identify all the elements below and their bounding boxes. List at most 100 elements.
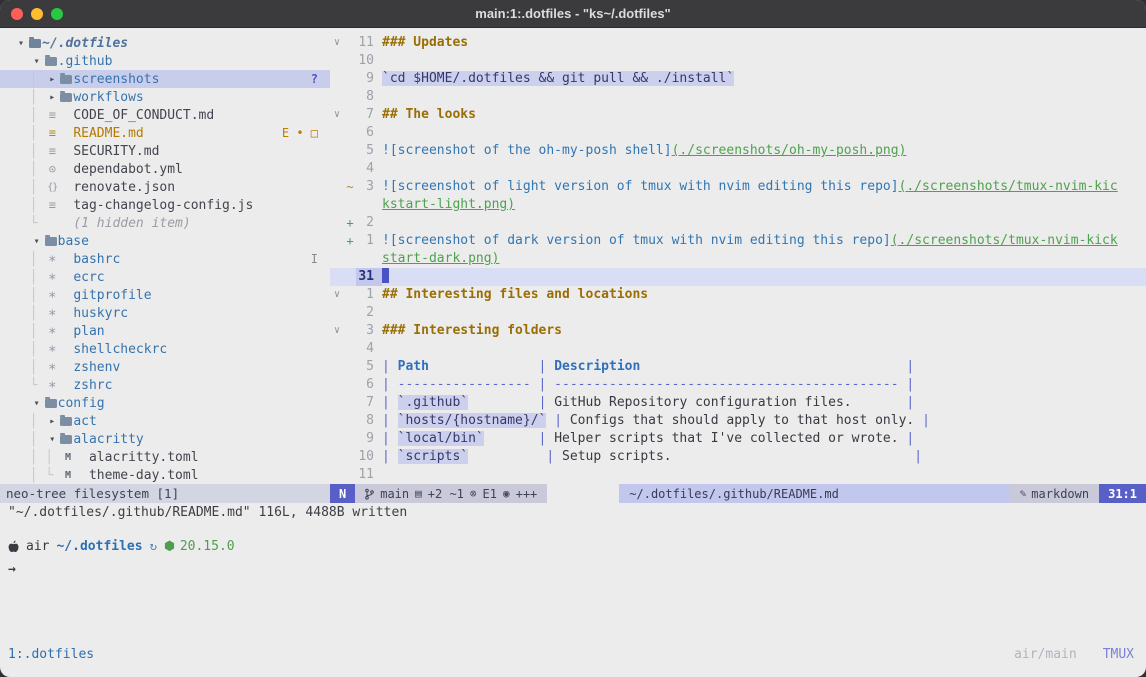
chevron-right-icon[interactable]: ▸ [49,92,55,103]
folder-icon [60,93,72,102]
command-input-line[interactable]: → [8,559,1138,579]
chevron-down-icon[interactable]: ▾ [18,38,24,49]
tree-item-base[interactable]: ▾base [0,232,330,250]
editor-line-12[interactable]: +1![screenshot of dark version of tmux w… [330,232,1146,250]
tree-item-readme-md[interactable]: │ ≡README.mdE • □ [0,124,330,142]
editor-line-15[interactable]: ∨1## Interesting files and locations [330,286,1146,304]
tree-item-label: README.md [73,126,143,141]
tree-item-huskyrc[interactable]: │ ∗huskyrc [0,304,330,322]
buffer-icon: ▤ [415,487,422,500]
braces-file-icon: {} [47,182,57,193]
editor-buffer[interactable]: ∨11### Updates109`cd $HOME/.dotfiles && … [330,28,1146,484]
chevron-down-icon[interactable]: ▾ [34,236,40,247]
editor-line-11[interactable]: +2 [330,214,1146,232]
editor-line-7[interactable]: 5![screenshot of the oh-my-posh shell](.… [330,142,1146,160]
git-diff-counts: +2 ~1 [428,487,464,501]
editor-line-17[interactable]: ∨3### Interesting folders [330,322,1146,340]
text-segment: ## The looks [382,107,476,122]
editor-line-18[interactable]: 4 [330,340,1146,358]
tree-item-zshrc[interactable]: └ ∗zshrc [0,376,330,394]
editor-line-10[interactable]: kstart-light.png) [330,196,1146,214]
text-segment: | [554,413,570,428]
tree-item-dependabot-yml[interactable]: │ ⊙dependabot.yml [0,160,330,178]
text-segment: | [906,395,914,410]
git-branch-name: main [380,487,409,501]
tree-item-config[interactable]: ▾config [0,394,330,412]
tree-item-1-hidden-item[interactable]: └ (1 hidden item) [0,214,330,232]
tree-item-label: dependabot.yml [73,162,183,177]
tree-item-bashrc[interactable]: │ ∗bashrcI [0,250,330,268]
chevron-right-icon[interactable]: ▸ [49,416,55,427]
indent-guide: │ [14,90,45,105]
tree-item-plan[interactable]: │ ∗plan [0,322,330,340]
fold-open-icon[interactable]: ∨ [330,322,344,340]
tree-item-code-of-conduct-md[interactable]: │ ≡CODE_OF_CONDUCT.md [0,106,330,124]
tree-item-alacritty-toml[interactable]: │ │ Malacritty.toml [0,448,330,466]
editor-line-9[interactable]: ~3![screenshot of light version of tmux … [330,178,1146,196]
tree-item-ecrc[interactable]: │ ∗ecrc [0,268,330,286]
editor-line-23[interactable]: 9| `local/bin` | Helper scripts that I'v… [330,430,1146,448]
text-segment: | [382,449,398,464]
editor-line-21[interactable]: 7| `.github` | GitHub Repository configu… [330,394,1146,412]
editor-line-4[interactable]: 8 [330,88,1146,106]
fold-open-icon[interactable]: ∨ [330,106,344,124]
line-text: ## The looks [382,106,476,124]
tree-item-tag-changelog-config-js[interactable]: │ ≡tag-changelog-config.js [0,196,330,214]
chevron-down-icon[interactable]: ▾ [34,398,40,409]
tree-item-theme-day-toml[interactable]: │ └ Mtheme-day.toml [0,466,330,484]
editor-line-8[interactable]: 4 [330,160,1146,178]
editor-line-14[interactable]: 31 [330,268,1146,286]
fold-open-icon[interactable]: ∨ [330,286,344,304]
line-text: ## Interesting files and locations [382,286,648,304]
shell-area[interactable]: air ~/.dotfiles ↻ 20.15.0 → [0,522,1146,640]
text-segment: `cd $HOME/.dotfiles && git pull && ./ins… [382,71,734,86]
editor-line-20[interactable]: 6| ----------------- | -----------------… [330,376,1146,394]
fold-open-icon[interactable]: ∨ [330,34,344,52]
tree-item-screenshots[interactable]: │ ▸screenshots? [0,70,330,88]
editor-line-19[interactable]: 5| Path | Description | [330,358,1146,376]
tree-item-shellcheckrc[interactable]: │ ∗shellcheckrc [0,340,330,358]
editor-line-1[interactable]: ∨11### Updates [330,34,1146,52]
tree-item-github[interactable]: ▾.github [0,52,330,70]
command-message-line: "~/.dotfiles/.github/README.md" 116L, 44… [0,503,1146,522]
tree-item-zshenv[interactable]: │ ∗zshenv [0,358,330,376]
editor-line-24[interactable]: 10| `scripts` | Setup scripts. | [330,448,1146,466]
star-file-icon: ∗ [48,251,56,267]
chevron-down-icon[interactable]: ▾ [34,56,40,67]
chevron-right-icon[interactable]: ▸ [49,74,55,85]
tree-item-label: act [73,414,96,429]
tree-item-renovate-json[interactable]: │ {}renovate.json [0,178,330,196]
zoom-button[interactable] [51,8,63,20]
editor-line-25[interactable]: 11 [330,466,1146,484]
folder-open-icon [29,39,41,48]
line-number: 1 [356,232,382,250]
tree-item-dotfiles[interactable]: ▾~/.dotfiles [0,34,330,52]
tree-item-workflows[interactable]: │ ▸workflows [0,88,330,106]
tree-item-act[interactable]: │ ▸act [0,412,330,430]
editor-line-3[interactable]: 9`cd $HOME/.dotfiles && git pull && ./in… [330,70,1146,88]
editor-line-13[interactable]: start-dark.png) [330,250,1146,268]
close-button[interactable] [11,8,23,20]
tree-item-alacritty[interactable]: │ ▾alacritty [0,430,330,448]
tmux-window-tab[interactable]: 1:.dotfiles [8,647,94,662]
neo-tree-pane: ▾~/.dotfiles ▾.github │ ▸screenshots? │ … [0,28,330,503]
minimize-button[interactable] [31,8,43,20]
editor-line-6[interactable]: 6 [330,124,1146,142]
editor-line-16[interactable]: 2 [330,304,1146,322]
tree-item-security-md[interactable]: │ ≡SECURITY.md [0,142,330,160]
chevron-down-icon[interactable]: ▾ [49,434,55,445]
text-segment: | ----------------- | ------------------… [382,377,914,392]
line-number: 8 [356,88,382,106]
window-titlebar[interactable]: main:1:.dotfiles - "ks~/.dotfiles" [0,0,1146,28]
toml-file-icon: M [65,452,71,463]
sync-icon: ↻ [150,539,157,553]
editor-line-5[interactable]: ∨7## The looks [330,106,1146,124]
editor-line-2[interactable]: 10 [330,52,1146,70]
editor-line-22[interactable]: 8| `hosts/{hostname}/` | Configs that sh… [330,412,1146,430]
line-number [356,196,382,214]
text-segment: `scripts` [398,449,468,464]
node-hexagon-icon [164,540,175,552]
text-segment: Description [554,359,640,374]
tree-item-gitprofile[interactable]: │ ∗gitprofile [0,286,330,304]
indent-guide: │ [14,180,45,195]
